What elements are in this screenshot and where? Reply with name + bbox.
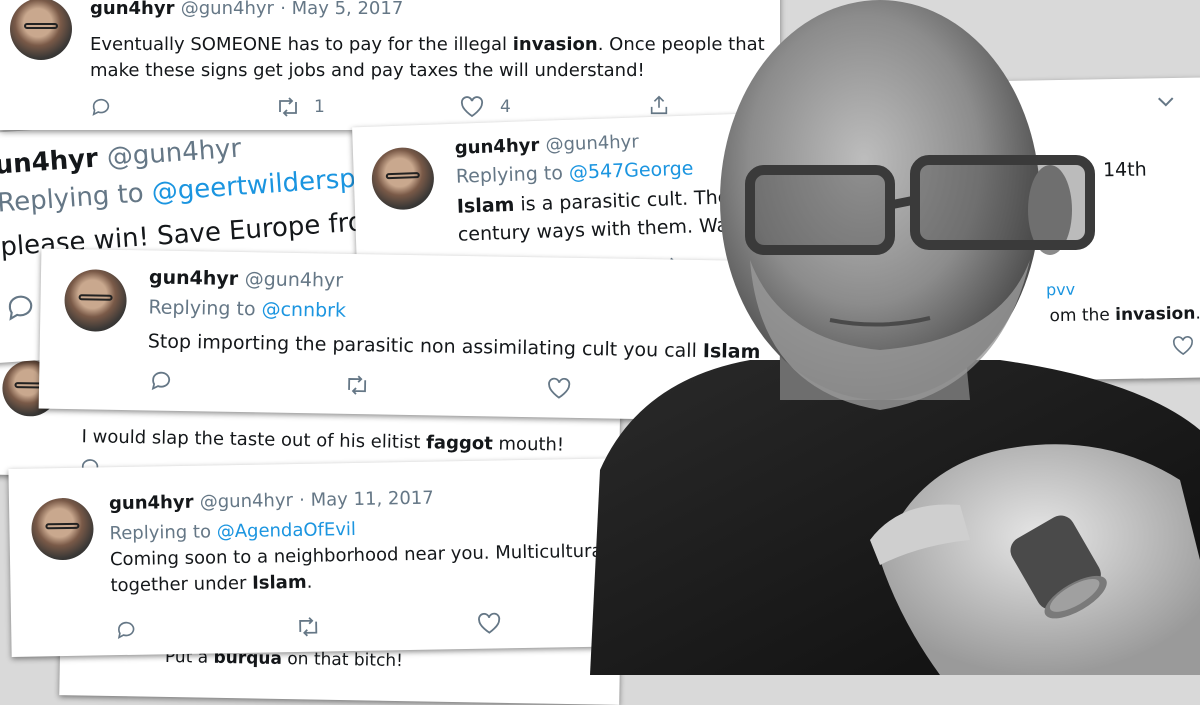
tweet-author[interactable]: gun4hyr @gun4hyr — [149, 266, 343, 291]
avatar[interactable] — [64, 268, 128, 333]
retweet-icon[interactable] — [275, 96, 301, 122]
tweet-author[interactable]: gun4hyr @gun4hyr · May 5, 2017 — [90, 0, 403, 19]
like-icon[interactable] — [460, 96, 484, 122]
reply-icon[interactable] — [4, 290, 38, 328]
tweet-text: together under Islam. — [110, 571, 313, 597]
reply-mention[interactable]: @geertwildersp — [151, 164, 357, 208]
like-icon[interactable] — [477, 612, 501, 638]
avatar[interactable] — [370, 146, 435, 211]
tweet-text: I would slap the taste out of his elitis… — [81, 426, 565, 456]
tweet-text: make these signs get jobs and pay taxes … — [90, 60, 645, 81]
reply-icon[interactable] — [90, 96, 112, 122]
reply-line: Replying to @AgendaOfEvil — [109, 518, 357, 545]
reply-mention[interactable]: @cnnbrk — [261, 298, 346, 321]
reply-icon[interactable] — [115, 619, 137, 645]
reply-mention[interactable]: @AgendaOfEvil — [217, 519, 357, 542]
tweet-author[interactable]: gun4hyr @gun4hyr · May 11, 2017 — [109, 488, 434, 515]
like-count: 4 — [500, 97, 511, 117]
avatar[interactable] — [30, 497, 95, 561]
avatar[interactable] — [10, 0, 72, 60]
retweet-icon[interactable] — [343, 374, 371, 400]
reply-icon[interactable] — [149, 368, 173, 396]
retweet-count: 1 — [314, 97, 325, 117]
retweet-icon[interactable] — [295, 616, 321, 642]
reply-line: Replying to @cnnbrk — [148, 296, 347, 322]
like-icon[interactable] — [547, 377, 571, 403]
person-photo — [580, 0, 1200, 675]
